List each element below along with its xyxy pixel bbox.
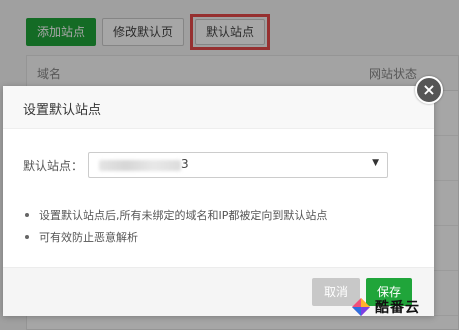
set-default-site-dialog: 设置默认站点 默认站点： 3 ▼ 设置默认站点后,所有未绑定的域名和IP都被定向…	[3, 86, 434, 316]
default-site-select[interactable]: 3 ▼	[88, 152, 388, 178]
dialog-header: 设置默认站点	[3, 86, 434, 129]
chevron-down-icon: ▼	[372, 158, 379, 168]
bullet-icon	[25, 213, 29, 217]
notes-list: 设置默认站点后,所有未绑定的域名和IP都被定向到默认站点 可有效防止恶意解析	[25, 204, 327, 248]
note-text: 可有效防止恶意解析	[39, 231, 138, 244]
list-item: 可有效防止恶意解析	[25, 226, 327, 248]
redacted-site-name	[99, 160, 181, 171]
default-site-label: 默认站点：	[23, 158, 84, 173]
note-text: 设置默认站点后,所有未绑定的域名和IP都被定向到默认站点	[39, 209, 328, 222]
watermark-text: 酷番云	[375, 300, 420, 316]
dialog-title: 设置默认站点	[23, 103, 102, 118]
close-icon[interactable]: ×	[415, 76, 443, 104]
select-value-suffix: 3	[181, 157, 189, 171]
logo-icon	[352, 298, 370, 316]
default-site-field: 默认站点： 3 ▼	[23, 152, 388, 178]
list-item: 设置默认站点后,所有未绑定的域名和IP都被定向到默认站点	[25, 204, 327, 226]
watermark: 酷番云	[350, 296, 420, 318]
bullet-icon	[25, 235, 29, 239]
